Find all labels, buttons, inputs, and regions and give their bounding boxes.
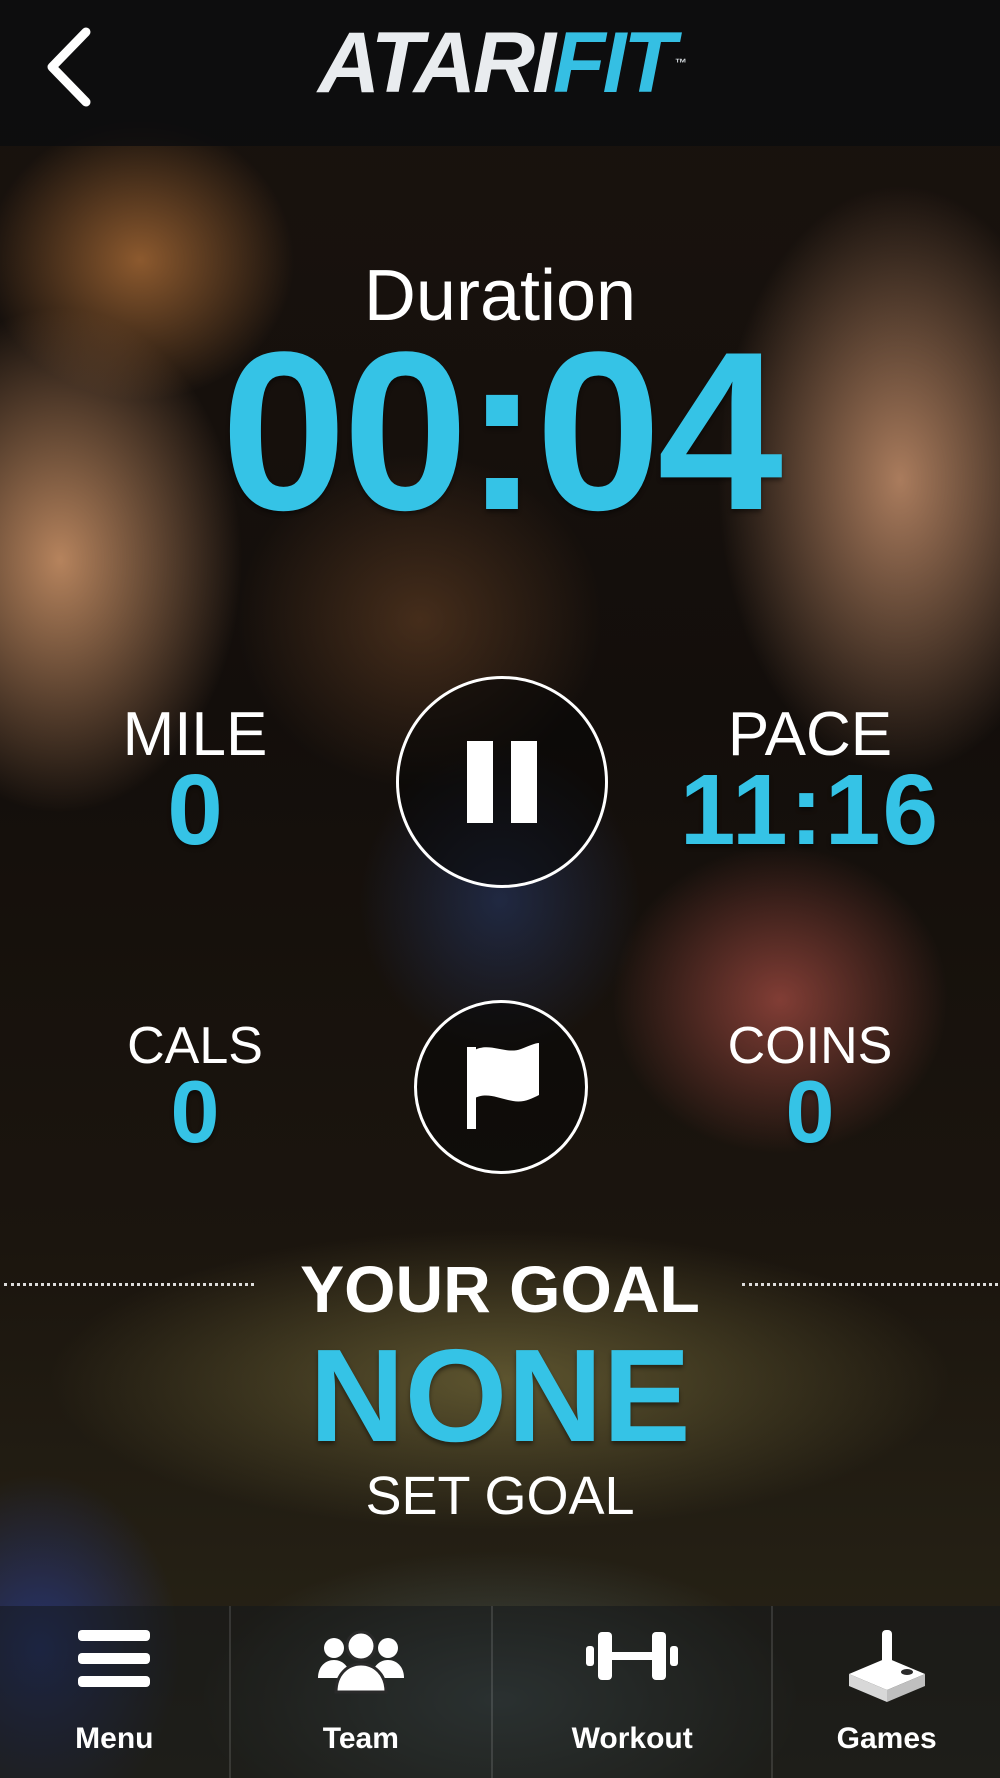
duration-value: 00:04 <box>220 304 783 557</box>
set-goal-button[interactable]: SET GOAL <box>0 1466 1000 1526</box>
app-logo: ATARIFIT ™ <box>318 18 687 108</box>
coins-value: 0 <box>785 1062 835 1161</box>
nav-item-team[interactable]: Team <box>228 1606 491 1778</box>
mile-value: 0 <box>167 754 223 866</box>
chevron-left-icon <box>47 27 91 107</box>
nav-item-menu[interactable]: Menu <box>0 1606 229 1778</box>
mile-stat: MILE 0 <box>95 704 295 866</box>
nav-item-workout[interactable]: Workout <box>491 1606 771 1778</box>
flag-icon <box>467 1043 539 1129</box>
logo-trademark: ™ <box>674 56 687 70</box>
pause-icon <box>467 741 537 823</box>
logo-text-fit: FIT <box>552 15 676 111</box>
nav-label-workout: Workout <box>571 1722 693 1755</box>
nav-label-games: Games <box>836 1722 937 1755</box>
bottom-nav: Menu Team Workout Games <box>0 1606 1000 1778</box>
team-icon <box>317 1630 404 1694</box>
dumbbell-icon <box>586 1632 679 1680</box>
goal-value: NONE <box>309 1322 691 1469</box>
nav-item-games[interactable]: Games <box>771 1606 1000 1778</box>
pace-value: 11:16 <box>679 754 941 866</box>
back-button[interactable] <box>30 22 110 112</box>
joystick-icon <box>848 1630 925 1702</box>
pace-stat: PACE 11:16 <box>640 704 980 866</box>
header-bar: ATARIFIT ™ <box>0 0 1000 146</box>
coins-stat: COINS 0 <box>700 1020 920 1156</box>
hamburger-menu-icon <box>78 1630 151 1687</box>
pause-button[interactable] <box>396 676 608 888</box>
logo-text-atari: ATARI <box>318 15 556 111</box>
calories-value: 0 <box>170 1062 220 1161</box>
calories-stat: CALS 0 <box>95 1020 295 1156</box>
nav-label-menu: Menu <box>75 1722 154 1755</box>
lap-flag-button[interactable] <box>414 1000 588 1174</box>
nav-label-team: Team <box>322 1722 399 1755</box>
goal-label: YOUR GOAL <box>300 1252 700 1326</box>
